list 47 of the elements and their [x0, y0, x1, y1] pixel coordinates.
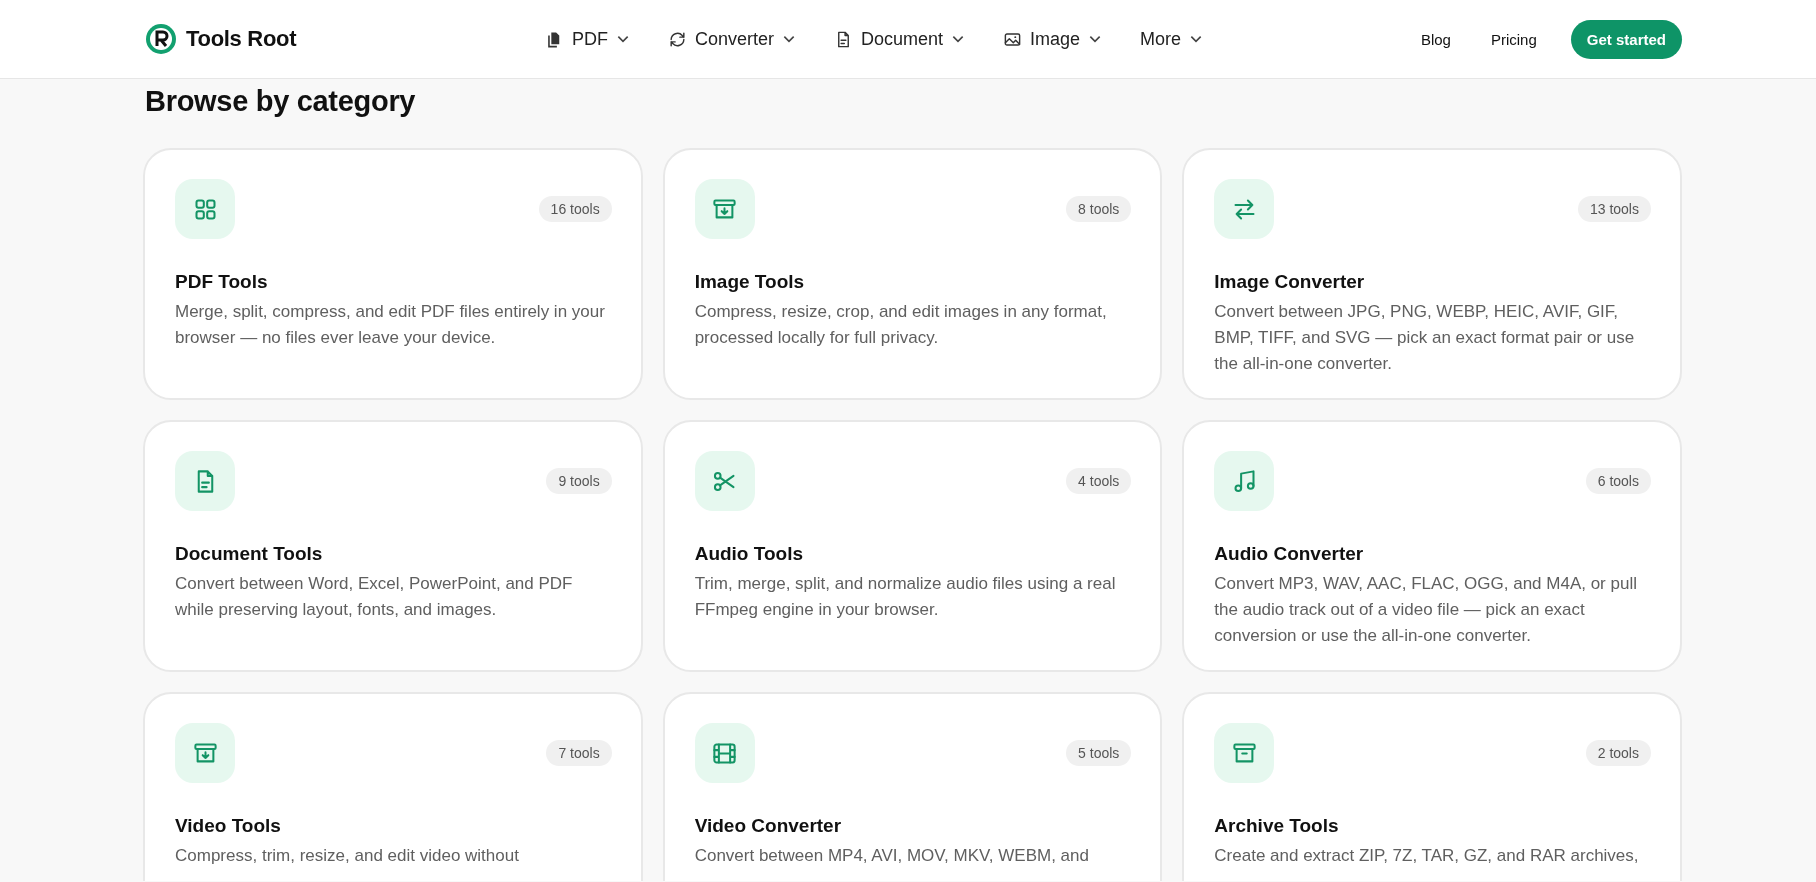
card-title: Audio Tools — [694, 543, 804, 565]
tool-count-badge: 16 tools — [538, 196, 612, 222]
category-card[interactable]: 16 tools PDF Tools Merge, split, compress, and edit PDF files entirely in your browser — no files ever leave your device. — [143, 148, 643, 400]
nav-menu-item[interactable]: PDF — [572, 28, 608, 50]
tool-count-badge: 8 tools — [1066, 196, 1132, 222]
category-card[interactable]: 4 tools Audio Tools Trim, merge, split, and normalize audio files using a real FFmpeg engine in your browser. — [662, 420, 1163, 672]
card-description: Trim, merge, split, and normalize audio files using a real FFmpeg engine in your browser. — [694, 573, 1117, 621]
card-title: Video Converter — [694, 815, 843, 837]
card-title: Audio Converter — [1214, 543, 1365, 565]
card-description: Merge, split, compress, and edit PDF files entirely in your browser — no files ever leave your device. — [175, 301, 606, 349]
card-description: Convert between JPG, PNG, WEBP, HEIC, AVIF, GIF, BMP, TIFF, and SVG — pick an exact format pair or use the all-in-one converter. — [1214, 301, 1636, 375]
tool-count-badge: 5 tools — [1066, 740, 1132, 766]
tool-count-badge: 4 tools — [1066, 468, 1132, 494]
card-title: Image Converter — [1214, 271, 1366, 293]
card-description: Convert between MP4, AVI, MOV, MKV, WEBM, and — [694, 845, 1090, 867]
nav-menu-item[interactable]: More — [1140, 28, 1182, 50]
brand-name[interactable]: Tools Root — [186, 26, 297, 52]
nav-link[interactable]: Blog — [1420, 30, 1451, 48]
nav-link[interactable]: Pricing — [1490, 30, 1537, 48]
card-description: Compress, resize, crop, and edit images in any format, processed locally for full privacy. — [694, 301, 1108, 349]
tool-count-badge: 7 tools — [546, 740, 612, 766]
category-card[interactable]: 7 tools Video Tools Compress, trim, resize, and edit video without — [143, 692, 643, 881]
card-title: Video Tools — [175, 815, 282, 837]
tool-count-badge: 9 tools — [546, 468, 612, 494]
card-title: PDF Tools — [175, 271, 269, 293]
category-card[interactable]: 5 tools Video Converter Convert between MP4, AVI, MOV, MKV, WEBM, and — [662, 692, 1163, 881]
tool-count-badge: 13 tools — [1577, 196, 1651, 222]
nav-menu-item[interactable]: Document — [861, 28, 944, 50]
card-description: Convert MP3, WAV, AAC, FLAC, OGG, and M4A, or pull the audio track out of a video file — pick an exact conversion or use the all-in-one converter. — [1214, 573, 1638, 647]
tool-count-badge: 2 tools — [1585, 740, 1651, 766]
nav-menu-item[interactable]: Image — [1030, 28, 1081, 50]
category-card[interactable]: 13 tools Image Converter Convert between JPG, PNG, WEBP, HEIC, AVIF, GIF, BMP, TIFF, and SVG — pick an exact format pair or use the all-in-one converter. — [1182, 148, 1682, 400]
card-title: Image Tools — [694, 271, 806, 293]
card-description: Create and extract ZIP, 7Z, TAR, GZ, and RAR archives, — [1214, 845, 1640, 867]
card-title: Archive Tools — [1214, 815, 1340, 837]
card-title: Document Tools — [175, 543, 324, 565]
card-description: Convert between Word, Excel, PowerPoint, and PDF while preserving layout, fonts, and images. — [175, 573, 574, 621]
category-card[interactable]: 9 tools Document Tools Convert between Word, Excel, PowerPoint, and PDF while preserving layout, fonts, and images. — [143, 420, 643, 672]
category-card[interactable]: 6 tools Audio Converter Convert MP3, WAV, AAC, FLAC, OGG, and M4A, or pull the audio track out of a video file — pick an exact conversion or use the all-in-one converter. — [1182, 420, 1682, 672]
card-description: Compress, trim, resize, and edit video without — [175, 845, 520, 867]
section-heading: Browse by category — [145, 85, 417, 118]
category-card[interactable]: 2 tools Archive Tools Create and extract ZIP, 7Z, TAR, GZ, and RAR archives, — [1182, 692, 1682, 881]
nav-menu-item[interactable]: Converter — [695, 28, 775, 50]
logo-icon[interactable] — [145, 23, 177, 55]
get-started-button[interactable]: Get started — [1570, 19, 1682, 59]
category-card[interactable]: 8 tools Image Tools Compress, resize, crop, and edit images in any format, processed locally for full privacy. — [662, 148, 1163, 400]
tool-count-badge: 6 tools — [1585, 468, 1651, 494]
